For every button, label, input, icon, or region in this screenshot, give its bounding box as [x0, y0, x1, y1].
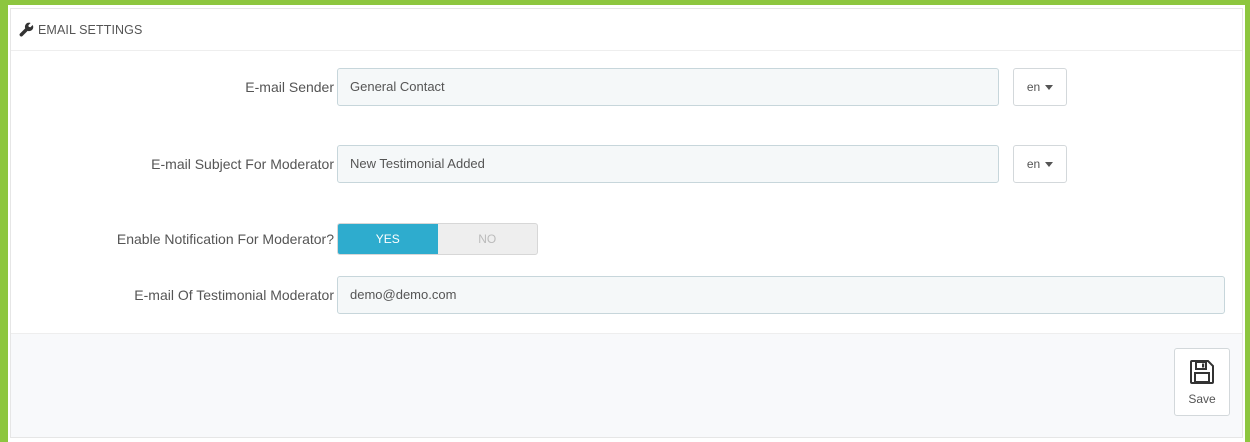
notification-no-option[interactable]: NO — [438, 224, 538, 254]
save-label: Save — [1188, 391, 1216, 406]
sender-language-dropdown[interactable]: en — [1013, 68, 1067, 106]
notification-yes-option[interactable]: YES — [338, 224, 438, 254]
notification-toggle[interactable]: YES NO — [337, 223, 538, 255]
moderator-email-label: E-mail Of Testimonial Moderator — [134, 287, 334, 303]
notification-row: Enable Notification For Moderator? YES N… — [11, 223, 1244, 261]
panel-title: EMAIL SETTINGS — [38, 22, 143, 37]
save-button[interactable]: Save — [1174, 348, 1230, 416]
sender-input[interactable]: General Contact — [337, 68, 999, 106]
subject-row: E-mail Subject For Moderator New Testimo… — [11, 145, 1244, 183]
panel-footer: Save — [11, 333, 1242, 437]
sender-row: E-mail Sender General Contact en — [11, 68, 1244, 106]
sender-label: E-mail Sender — [245, 79, 334, 95]
panel-heading: EMAIL SETTINGS — [11, 9, 1242, 51]
subject-language-dropdown[interactable]: en — [1013, 145, 1067, 183]
caret-down-icon — [1045, 84, 1054, 90]
caret-down-icon — [1045, 161, 1054, 167]
wrench-icon — [19, 22, 35, 38]
email-settings-panel: EMAIL SETTINGS E-mail Sender General Con… — [10, 8, 1243, 438]
subject-language-label: en — [1026, 157, 1041, 171]
sender-language-label: en — [1026, 80, 1041, 94]
subject-input[interactable]: New Testimonial Added — [337, 145, 999, 183]
floppy-disk-icon — [1189, 359, 1215, 388]
subject-label: E-mail Subject For Moderator — [151, 156, 334, 172]
moderator-email-input[interactable]: demo@demo.com — [337, 276, 1225, 314]
notification-label: Enable Notification For Moderator? — [116, 231, 334, 247]
moderator-email-row: E-mail Of Testimonial Moderator demo@dem… — [11, 276, 1244, 314]
